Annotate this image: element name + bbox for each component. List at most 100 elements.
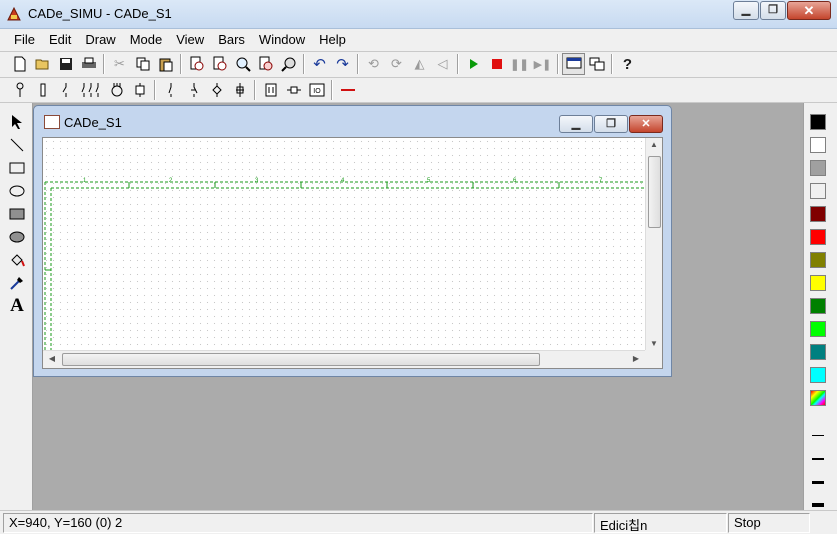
color-swatch-lime[interactable] <box>810 321 826 337</box>
new-file-button[interactable] <box>8 53 31 75</box>
text-tool[interactable]: A <box>6 295 28 317</box>
play-button[interactable] <box>462 53 485 75</box>
contact-nc-button[interactable] <box>182 79 205 101</box>
color-swatch-olive[interactable] <box>810 252 826 268</box>
zoom-in-button[interactable] <box>185 53 208 75</box>
horizontal-scrollbar[interactable]: ◀ ▶ <box>43 350 645 368</box>
io-block-icon: IO <box>309 83 324 97</box>
filled-ellipse-tool[interactable] <box>6 226 28 248</box>
close-button[interactable]: ✕ <box>787 1 831 20</box>
coil-button[interactable] <box>282 79 305 101</box>
redo-button[interactable]: ↷ <box>331 53 354 75</box>
maximize-button[interactable]: ❐ <box>760 1 786 20</box>
color-swatch-gray[interactable] <box>810 160 826 176</box>
menu-bars[interactable]: Bars <box>211 29 252 51</box>
vertical-scrollbar[interactable]: ▲ ▼ <box>645 138 662 350</box>
line-tool[interactable] <box>6 134 28 156</box>
menu-draw[interactable]: Draw <box>78 29 122 51</box>
zoom-out-button[interactable] <box>208 53 231 75</box>
flip-vertical-button[interactable]: ◁ <box>431 53 454 75</box>
contactor-button[interactable] <box>77 79 105 101</box>
menu-window[interactable]: Window <box>252 29 312 51</box>
zoom-fit-button[interactable] <box>254 53 277 75</box>
menu-edit[interactable]: Edit <box>42 29 78 51</box>
fill-tool[interactable] <box>6 249 28 271</box>
step-button[interactable]: ▶❚ <box>531 53 554 75</box>
horizontal-scroll-thumb[interactable] <box>62 353 540 366</box>
motor-button[interactable] <box>105 79 128 101</box>
menu-file[interactable]: File <box>7 29 42 51</box>
ellipse-tool[interactable] <box>6 180 28 202</box>
multi-window-button[interactable] <box>585 53 608 75</box>
paste-button[interactable] <box>154 53 177 75</box>
redo-icon: ↷ <box>336 56 349 73</box>
child-restore-button[interactable]: ❐ <box>594 115 628 133</box>
window-mode-icon <box>566 57 581 69</box>
fuse-button[interactable] <box>31 79 54 101</box>
relay-button[interactable] <box>128 79 151 101</box>
switch-button[interactable] <box>54 79 77 101</box>
pause-button[interactable]: ❚❚ <box>508 53 531 75</box>
line-width-4[interactable] <box>812 503 824 507</box>
print-button[interactable] <box>77 53 100 75</box>
color-swatch-light-gray[interactable] <box>810 183 826 199</box>
color-swatch-yellow[interactable] <box>810 275 826 291</box>
copy-button[interactable] <box>131 53 154 75</box>
cut-button[interactable]: ✂ <box>108 53 131 75</box>
drawing-area: 1 2 3 4 5 6 7 ▲ ▼ ◀ ▶ <box>42 137 663 369</box>
rotate-right-button[interactable]: ⟳ <box>385 53 408 75</box>
restore-icon: ❐ <box>606 118 616 130</box>
size-grip[interactable] <box>645 350 662 368</box>
menu-view[interactable]: View <box>169 29 211 51</box>
undo-button[interactable]: ↶ <box>308 53 331 75</box>
color-swatch-green[interactable] <box>810 298 826 314</box>
minimize-button[interactable]: ▁ <box>733 1 759 20</box>
scroll-right-icon[interactable]: ▶ <box>629 354 643 363</box>
contactor-icon <box>81 83 99 97</box>
custom-color-swatch[interactable] <box>810 390 826 406</box>
pushbutton-button[interactable] <box>205 79 228 101</box>
child-minimize-button[interactable]: ▁ <box>559 115 593 133</box>
io-block-button[interactable]: IO <box>305 79 328 101</box>
stop-button[interactable] <box>485 53 508 75</box>
scroll-up-icon[interactable]: ▲ <box>647 140 661 149</box>
color-swatch-red[interactable] <box>810 229 826 245</box>
child-close-button[interactable]: ✕ <box>629 115 663 133</box>
window-mode-button[interactable] <box>562 53 585 75</box>
zoom-all-button[interactable] <box>277 53 300 75</box>
color-swatch-teal[interactable] <box>810 344 826 360</box>
line-width-2[interactable] <box>812 458 824 460</box>
rectangle-tool[interactable] <box>6 157 28 179</box>
line-width-3[interactable] <box>812 481 824 484</box>
pointer-tool[interactable] <box>6 111 28 133</box>
help-button[interactable]: ? <box>616 53 639 75</box>
line-width-1[interactable] <box>812 435 824 436</box>
toolbar-separator <box>180 54 182 74</box>
cut-icon: ✂ <box>114 56 125 71</box>
save-button[interactable] <box>54 53 77 75</box>
color-swatch-maroon[interactable] <box>810 206 826 222</box>
wire-button[interactable] <box>336 79 359 101</box>
power-supply-button[interactable] <box>8 79 31 101</box>
menu-mode[interactable]: Mode <box>123 29 170 51</box>
menu-help[interactable]: Help <box>312 29 353 51</box>
vertical-scroll-thumb[interactable] <box>648 156 661 228</box>
color-swatch-white[interactable] <box>810 137 826 153</box>
color-swatch-black[interactable] <box>810 114 826 130</box>
eyedropper-tool[interactable] <box>6 272 28 294</box>
schematic-canvas[interactable]: 1 2 3 4 5 6 7 <box>43 138 645 350</box>
timer-button[interactable] <box>259 79 282 101</box>
zoom-area-button[interactable] <box>231 53 254 75</box>
color-swatch-cyan[interactable] <box>810 367 826 383</box>
open-button[interactable] <box>31 53 54 75</box>
toolbar-separator <box>303 54 305 74</box>
sensor-button[interactable] <box>228 79 251 101</box>
toolbar-separator <box>154 80 156 100</box>
flip-horizontal-button[interactable]: ◭ <box>408 53 431 75</box>
filled-rectangle-tool[interactable] <box>6 203 28 225</box>
rotate-left-button[interactable]: ⟲ <box>362 53 385 75</box>
scroll-left-icon[interactable]: ◀ <box>45 354 59 363</box>
contact-no-button[interactable] <box>159 79 182 101</box>
color-palette <box>803 103 837 510</box>
scroll-down-icon[interactable]: ▼ <box>647 339 661 348</box>
